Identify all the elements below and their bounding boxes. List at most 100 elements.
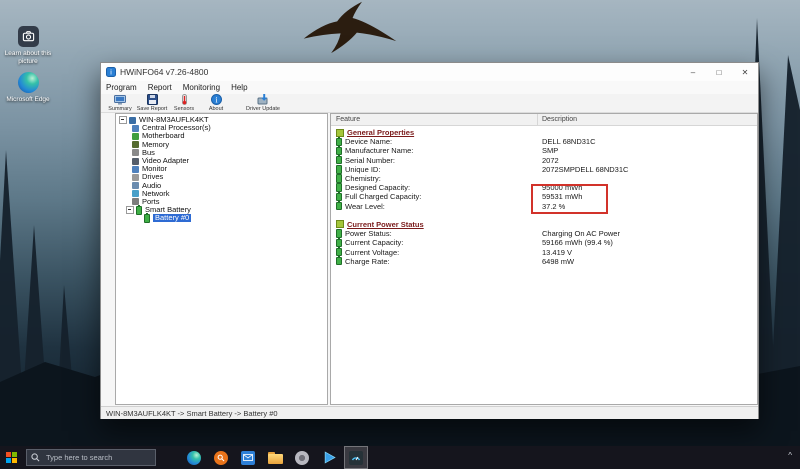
battery-icon [336, 256, 342, 266]
feature-row-power-status[interactable]: Power Status: Charging On AC Power [331, 228, 757, 239]
taskbar-edge-button[interactable] [182, 446, 206, 469]
battery-icon [336, 192, 342, 202]
battery-icon [336, 182, 342, 192]
mail-icon [241, 450, 255, 465]
driver-update-button[interactable]: Driver Update [243, 94, 283, 112]
tree-selected-label: Battery #0 [153, 213, 192, 223]
taskbar-settings-button[interactable] [290, 446, 314, 469]
column-header-feature[interactable]: Feature [331, 114, 538, 125]
feature-row-serial-number[interactable]: Serial Number: 2072 [331, 155, 757, 165]
menu-monitoring[interactable]: Monitoring [183, 83, 220, 92]
toolbar: Summary Save Report Sensors i About Driv… [101, 94, 758, 113]
battery-icon [336, 247, 342, 257]
maximize-button[interactable]: □ [706, 64, 732, 81]
window-titlebar[interactable]: i HWiNFO64 v7.26-4800 – □ ✕ [101, 63, 758, 81]
section-icon [336, 128, 344, 137]
feature-label: Full Charged Capacity: [345, 192, 422, 202]
section-current-power-status: Current Power Status [331, 220, 757, 229]
taskbar-search-input[interactable] [44, 452, 151, 463]
sensors-button[interactable]: Sensors [169, 94, 199, 112]
device-tree-pane[interactable]: WIN-8M3AUFLK4KT Central Processor(s) Mot… [115, 113, 328, 405]
feature-label: Power Status: [345, 229, 392, 239]
motherboard-icon [132, 132, 139, 140]
feature-label: Charge Rate: [345, 256, 390, 266]
section-title: General Properties [347, 128, 415, 138]
feature-row-unique-id[interactable]: Unique ID: 2072SMPDELL 68ND31C [331, 164, 757, 174]
menu-program[interactable]: Program [106, 83, 137, 92]
collapse-expander-icon[interactable] [126, 206, 134, 215]
feature-label: Unique ID: [345, 164, 381, 174]
spotlight-camera-icon [17, 26, 39, 47]
feature-value: 13.419 V [542, 247, 573, 257]
menu-help[interactable]: Help [231, 83, 247, 92]
edge-icon [17, 72, 39, 93]
summary-button[interactable]: Summary [105, 94, 135, 112]
start-button[interactable] [0, 446, 22, 469]
search-icon [31, 453, 40, 462]
feature-row-current-voltage[interactable]: Current Voltage: 13.419 V [331, 247, 757, 257]
battery-icon [336, 137, 342, 147]
window-title: HWiNFO64 v7.26-4800 [120, 67, 209, 77]
edge-icon [187, 450, 201, 465]
media-player-icon [324, 451, 336, 464]
desktop-icon-spotlight[interactable]: Learn about this picture [0, 26, 56, 65]
column-header-row: Feature Description [331, 114, 757, 126]
memory-icon [132, 141, 139, 149]
feature-value: 2072SMPDELL 68ND31C [542, 164, 629, 174]
menu-bar: Program Report Monitoring Help [101, 81, 758, 94]
taskbar-hwinfo-button[interactable] [344, 446, 368, 469]
about-info-icon: i [210, 94, 222, 105]
close-button[interactable]: ✕ [732, 64, 758, 81]
taskbar-media-player-button[interactable] [317, 446, 341, 469]
taskbar-mail-button[interactable] [236, 446, 260, 469]
section-general-properties: General Properties [331, 128, 757, 137]
feature-row-charge-rate[interactable]: Charge Rate: 6498 mW [331, 256, 757, 266]
hwinfo-window: i HWiNFO64 v7.26-4800 – □ ✕ Program Repo… [100, 62, 759, 419]
sensors-thermometer-icon [181, 94, 187, 105]
summary-monitor-icon [114, 94, 126, 105]
feature-list-pane[interactable]: Feature Description General Properties D… [330, 113, 758, 405]
taskbar-search-app-button[interactable] [209, 446, 233, 469]
save-report-button[interactable]: Save Report [137, 94, 167, 112]
tray-chevron-icon[interactable]: ^ [788, 451, 792, 460]
feature-label: Current Capacity: [345, 238, 404, 248]
desktop-icon-label: Microsoft Edge [6, 96, 50, 103]
network-icon [132, 190, 139, 198]
feature-value: 59166 mWh (99.4 %) [542, 238, 613, 248]
feature-row-current-capacity[interactable]: Current Capacity: 59166 mWh (99.4 %) [331, 238, 757, 247]
battery-icon [336, 146, 342, 156]
save-floppy-icon [146, 94, 158, 105]
audio-icon [132, 182, 139, 190]
desktop-icon-edge[interactable]: Microsoft Edge [0, 72, 56, 104]
driver-update-icon [257, 94, 268, 105]
feature-label: Current Voltage: [345, 247, 400, 257]
battery-icon [336, 164, 342, 174]
settings-icon [295, 450, 309, 465]
taskbar-file-explorer-button[interactable] [263, 446, 287, 469]
battery-icon [144, 213, 150, 223]
hwinfo-icon [349, 450, 363, 465]
feature-value: 6498 mW [542, 256, 575, 266]
monitor-icon [132, 165, 139, 173]
battery-icon [336, 173, 342, 183]
tree-item-battery-0-selected[interactable]: Battery #0 [116, 213, 327, 223]
drives-icon [132, 173, 139, 181]
menu-report[interactable]: Report [148, 83, 172, 92]
feature-label: Designed Capacity: [345, 183, 411, 193]
battery-icon [336, 228, 342, 238]
status-bar-path: WIN-8M3AUFLK4KT -> Smart Battery -> Batt… [106, 408, 278, 418]
feature-row-manufacturer-name[interactable]: Manufacturer Name: SMP [331, 146, 757, 155]
feature-label: Chemistry: [345, 174, 381, 184]
about-button[interactable]: i About [201, 94, 231, 112]
video-adapter-icon [132, 157, 139, 165]
feature-row-chemistry[interactable]: Chemistry: [331, 173, 757, 184]
red-highlight-box [531, 184, 608, 214]
collapse-expander-icon[interactable] [119, 116, 127, 125]
battery-icon [336, 201, 342, 211]
feature-value: SMP [542, 146, 559, 156]
taskbar-search-box[interactable] [26, 449, 156, 466]
minimize-button[interactable]: – [680, 64, 706, 81]
column-header-description[interactable]: Description [538, 116, 577, 123]
feature-row-device-name[interactable]: Device Name: DELL 68ND31C [331, 137, 757, 146]
cpu-icon [132, 124, 139, 132]
